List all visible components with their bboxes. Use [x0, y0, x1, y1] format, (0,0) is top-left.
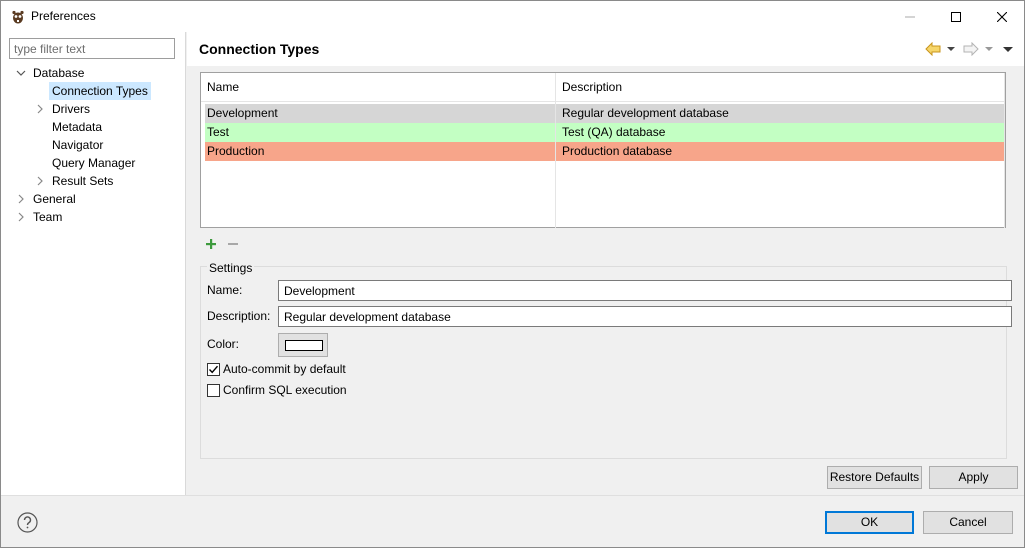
- forward-arrow-icon: [963, 42, 979, 56]
- color-picker-button[interactable]: [278, 333, 328, 357]
- name-field[interactable]: [278, 280, 1012, 301]
- restore-defaults-button[interactable]: Restore Defaults: [827, 466, 922, 489]
- maximize-icon: [951, 11, 961, 22]
- tree-item-metadata[interactable]: Metadata: [1, 118, 185, 136]
- tree-item-drivers[interactable]: Drivers: [1, 100, 185, 118]
- checkmark-icon: [208, 365, 219, 374]
- dialog-button-bar: OK Cancel: [1, 495, 1024, 547]
- description-field[interactable]: [278, 306, 1012, 327]
- chevron-right-icon[interactable]: [15, 190, 27, 208]
- chevron-right-icon[interactable]: [34, 100, 46, 118]
- forward-button[interactable]: [962, 42, 980, 56]
- tree-item-label: Navigator: [52, 138, 104, 152]
- tree-item-query-manager[interactable]: Query Manager: [1, 154, 185, 172]
- cell-description: Regular development database: [562, 106, 729, 120]
- app-icon: [10, 9, 26, 25]
- chevron-down-icon: [985, 47, 993, 51]
- preference-page: Connection Types Name Description Develo…: [187, 32, 1024, 495]
- color-swatch: [285, 340, 323, 351]
- tree-item-result-sets[interactable]: Result Sets: [1, 172, 185, 190]
- page-title: Connection Types: [199, 41, 320, 57]
- column-header-description[interactable]: Description: [556, 73, 1004, 101]
- apply-button[interactable]: Apply: [929, 466, 1018, 489]
- chevron-down-icon: [947, 47, 955, 51]
- back-arrow-icon: [925, 42, 941, 56]
- tree-item-navigator[interactable]: Navigator: [1, 136, 185, 154]
- tree-item-label: Result Sets: [52, 174, 114, 188]
- tree-item-general[interactable]: General: [1, 190, 185, 208]
- cell-name: Production: [207, 144, 265, 158]
- view-menu-button[interactable]: [1001, 42, 1015, 56]
- cell-name: Test: [207, 125, 230, 139]
- cell-description: Production database: [562, 144, 673, 158]
- autocommit-checkbox[interactable]: [207, 363, 220, 376]
- confirm-sql-checkbox[interactable]: [207, 384, 220, 397]
- back-dropdown-button[interactable]: [946, 42, 956, 56]
- view-menu-icon: [1003, 46, 1013, 52]
- ok-button[interactable]: OK: [825, 511, 914, 534]
- help-icon[interactable]: [17, 512, 38, 533]
- cancel-button[interactable]: Cancel: [923, 511, 1013, 534]
- cell-description: Test (QA) database: [562, 125, 666, 139]
- connection-types-table: Name Description Development Regular dev…: [200, 72, 1006, 228]
- chevron-right-icon[interactable]: [15, 208, 27, 226]
- color-label: Color:: [207, 337, 240, 351]
- description-label: Description:: [207, 309, 271, 323]
- tree-item-label: Connection Types: [49, 82, 151, 100]
- confirm-sql-label[interactable]: Confirm SQL execution: [223, 382, 347, 398]
- plus-icon: [206, 239, 216, 249]
- tree-item-connection-types[interactable]: Connection Types: [1, 82, 185, 100]
- remove-connection-type-button[interactable]: [225, 236, 241, 252]
- close-icon: [997, 11, 1007, 22]
- back-button[interactable]: [924, 42, 942, 56]
- tree-item-database[interactable]: Database: [1, 64, 185, 82]
- forward-dropdown-button[interactable]: [984, 42, 994, 56]
- name-label: Name:: [207, 283, 243, 297]
- tree-item-label: Query Manager: [52, 156, 136, 170]
- settings-legend: Settings: [207, 261, 255, 275]
- preferences-window: Preferences Database Connection Types: [0, 0, 1025, 548]
- tree-item-label: General: [33, 192, 76, 206]
- column-header-name[interactable]: Name: [201, 73, 555, 101]
- title-bar: Preferences: [1, 1, 1024, 32]
- preferences-navigation: Database Connection Types Drivers Metada…: [1, 32, 186, 495]
- maximize-button[interactable]: [933, 1, 979, 32]
- table-row[interactable]: Test Test (QA) database: [205, 123, 1005, 142]
- chevron-down-icon[interactable]: [15, 64, 27, 82]
- close-button[interactable]: [979, 1, 1025, 32]
- table-row[interactable]: Development Regular development database: [205, 104, 1005, 123]
- autocommit-label[interactable]: Auto-commit by default: [223, 361, 346, 377]
- filter-input[interactable]: [9, 38, 175, 59]
- page-header: Connection Types: [187, 32, 1024, 66]
- window-title: Preferences: [31, 9, 96, 23]
- minimize-button[interactable]: [887, 1, 933, 32]
- table-row[interactable]: Production Production database: [205, 142, 1005, 161]
- add-connection-type-button[interactable]: [203, 236, 219, 252]
- minimize-icon: [905, 16, 915, 17]
- tree-item-label: Drivers: [52, 102, 90, 116]
- tree-item-label: Database: [33, 66, 85, 80]
- tree-item-label: Team: [33, 210, 63, 224]
- tree-item-label: Metadata: [52, 120, 103, 134]
- minus-icon: [228, 243, 238, 245]
- cell-name: Development: [207, 106, 278, 120]
- tree-item-team[interactable]: Team: [1, 208, 185, 226]
- chevron-right-icon[interactable]: [34, 172, 46, 190]
